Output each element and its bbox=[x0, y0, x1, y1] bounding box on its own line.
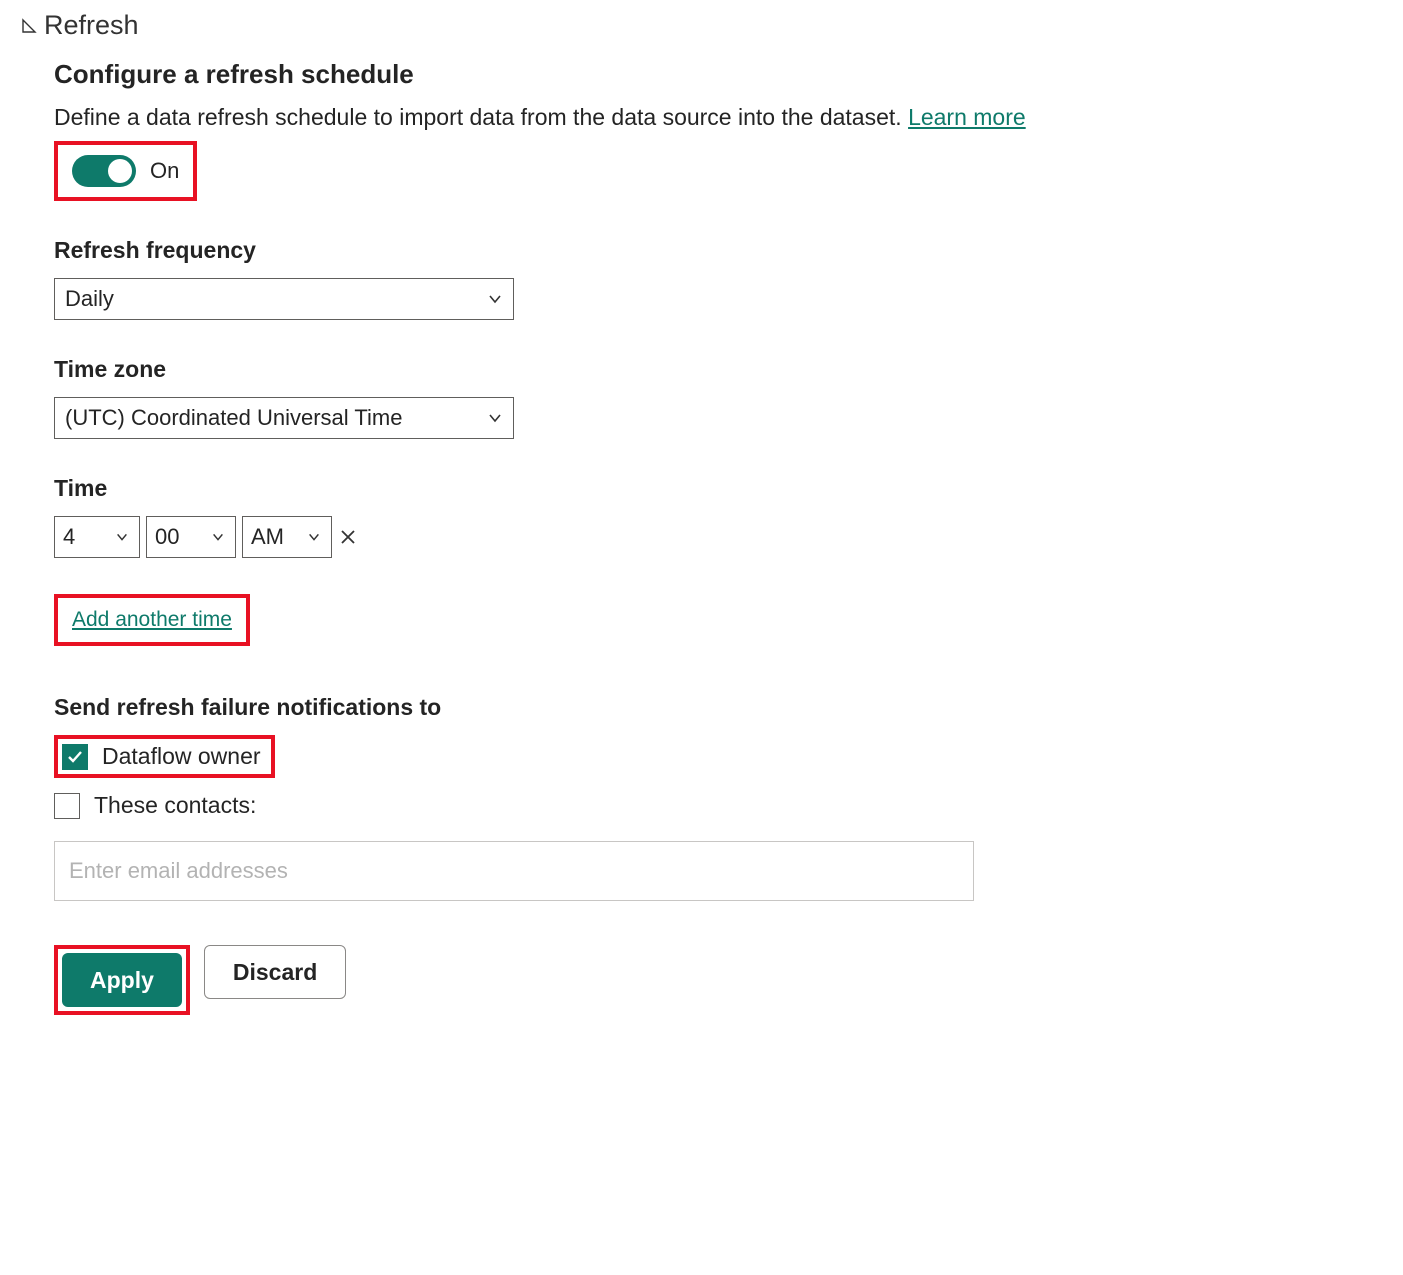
these-contacts-label: These contacts: bbox=[94, 792, 256, 819]
config-description-text: Define a data refresh schedule to import… bbox=[54, 104, 908, 130]
toggle-knob bbox=[108, 159, 132, 183]
frequency-select[interactable]: Daily bbox=[54, 278, 514, 320]
add-time-highlight: Add another time bbox=[54, 594, 250, 646]
discard-button[interactable]: Discard bbox=[204, 945, 346, 999]
chevron-down-icon bbox=[487, 291, 503, 307]
apply-highlight: Apply bbox=[54, 945, 190, 1015]
time-minute-value: 00 bbox=[155, 524, 179, 550]
time-hour-select[interactable]: 4 bbox=[54, 516, 140, 558]
config-heading: Configure a refresh schedule bbox=[54, 59, 1383, 90]
time-hour-value: 4 bbox=[63, 524, 75, 550]
add-another-time-link[interactable]: Add another time bbox=[64, 602, 240, 638]
timezone-label: Time zone bbox=[54, 356, 1383, 383]
toggle-highlight: On bbox=[54, 141, 197, 201]
chevron-down-icon bbox=[307, 530, 321, 544]
contacts-email-input[interactable] bbox=[54, 841, 974, 901]
chevron-down-icon bbox=[211, 530, 225, 544]
chevron-down-icon bbox=[487, 410, 503, 426]
section-title: Refresh bbox=[44, 10, 139, 41]
dataflow-owner-checkbox[interactable] bbox=[62, 744, 88, 770]
apply-button[interactable]: Apply bbox=[62, 953, 182, 1007]
timezone-value: (UTC) Coordinated Universal Time bbox=[65, 405, 402, 431]
owner-highlight: Dataflow owner bbox=[54, 735, 275, 778]
these-contacts-checkbox[interactable] bbox=[54, 793, 80, 819]
frequency-label: Refresh frequency bbox=[54, 237, 1383, 264]
schedule-toggle[interactable] bbox=[72, 155, 136, 187]
timezone-select[interactable]: (UTC) Coordinated Universal Time bbox=[54, 397, 514, 439]
dataflow-owner-label: Dataflow owner bbox=[102, 743, 261, 770]
frequency-value: Daily bbox=[65, 286, 114, 312]
time-ampm-select[interactable]: AM bbox=[242, 516, 332, 558]
time-ampm-value: AM bbox=[251, 524, 284, 550]
section-header[interactable]: Refresh bbox=[20, 10, 1383, 41]
time-label: Time bbox=[54, 475, 1383, 502]
collapse-triangle-icon bbox=[20, 17, 38, 35]
notify-label: Send refresh failure notifications to bbox=[54, 694, 1383, 721]
learn-more-link[interactable]: Learn more bbox=[908, 104, 1026, 130]
toggle-state-label: On bbox=[150, 158, 179, 184]
config-description: Define a data refresh schedule to import… bbox=[54, 104, 1383, 131]
chevron-down-icon bbox=[115, 530, 129, 544]
remove-time-icon[interactable] bbox=[338, 527, 358, 547]
time-minute-select[interactable]: 00 bbox=[146, 516, 236, 558]
